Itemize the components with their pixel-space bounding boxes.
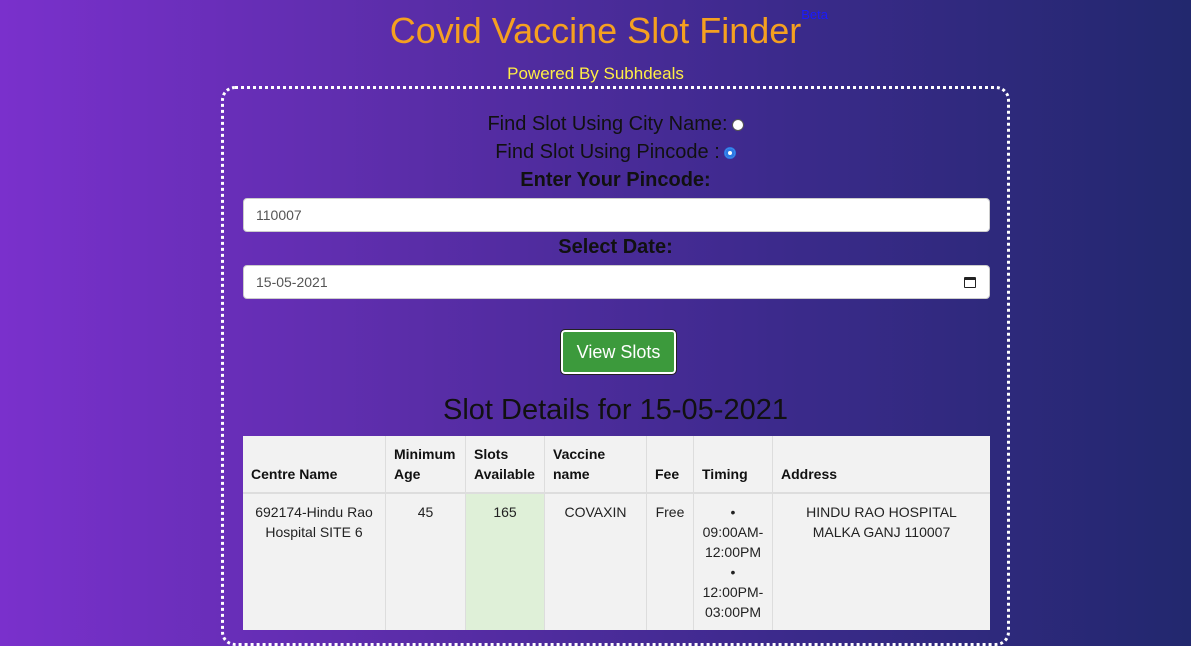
table-header-row: Centre Name Minimum Age Slots Available … xyxy=(243,436,990,494)
cell-centre: 692174-Hindu Rao Hospital SITE 6 xyxy=(243,493,386,630)
option-city-label: Find Slot Using City Name: xyxy=(487,113,728,135)
timing-item: 12:00PM-03:00PM xyxy=(702,562,764,622)
pincode-input[interactable]: 110007 xyxy=(243,198,990,232)
date-value: 15-05-2021 xyxy=(256,274,328,290)
col-slots-available: Slots Available xyxy=(465,436,545,494)
slot-details-title: Slot Details for 15-05-2021 xyxy=(443,394,788,426)
col-fee: Fee xyxy=(646,436,694,494)
pincode-value: 110007 xyxy=(256,207,302,223)
col-minimum-age: Minimum Age xyxy=(385,436,466,494)
pincode-radio[interactable] xyxy=(723,146,736,159)
timing-list: 09:00AM-12:00PM 12:00PM-03:00PM xyxy=(702,502,764,622)
cell-address: HINDU RAO HOSPITAL MALKA GANJ 110007 xyxy=(806,504,957,540)
cell-min-age: 45 xyxy=(385,493,466,630)
cell-timing: 09:00AM-12:00PM 12:00PM-03:00PM xyxy=(693,493,773,630)
header: Covid Vaccine Slot Finder Beta xyxy=(0,7,1191,52)
pincode-label: Enter Your Pincode: xyxy=(520,169,711,191)
option-city[interactable]: Find Slot Using City Name: xyxy=(224,113,1007,136)
option-pincode-label: Find Slot Using Pincode : xyxy=(495,141,720,163)
page-title: Covid Vaccine Slot Finder Beta xyxy=(389,7,828,52)
title-text: Covid Vaccine Slot Finder xyxy=(389,10,802,51)
slots-table: Centre Name Minimum Age Slots Available … xyxy=(243,436,990,630)
table-row: 692174-Hindu Rao Hospital SITE 6 45 165 … xyxy=(243,493,990,630)
col-centre-name: Centre Name xyxy=(243,436,386,494)
timing-item: 09:00AM-12:00PM xyxy=(702,502,764,562)
date-label: Select Date: xyxy=(558,236,673,258)
city-radio[interactable] xyxy=(731,118,744,131)
cell-fee: Free xyxy=(646,493,694,630)
calendar-icon[interactable] xyxy=(963,275,977,289)
cell-vaccine: COVAXIN xyxy=(544,493,647,630)
cell-slots: 165 xyxy=(465,493,545,630)
slot-finder-panel: Find Slot Using City Name: Find Slot Usi… xyxy=(221,86,1010,646)
view-slots-button[interactable]: View Slots xyxy=(560,329,677,375)
option-pincode[interactable]: Find Slot Using Pincode : xyxy=(224,141,1007,164)
col-vaccine-name: Vaccine name xyxy=(544,436,647,494)
col-address: Address xyxy=(772,436,990,494)
powered-by-text: Powered By Subhdeals xyxy=(507,64,684,83)
col-timing: Timing xyxy=(693,436,773,494)
date-input[interactable]: 15-05-2021 xyxy=(243,265,990,299)
beta-badge: Beta xyxy=(801,7,829,22)
